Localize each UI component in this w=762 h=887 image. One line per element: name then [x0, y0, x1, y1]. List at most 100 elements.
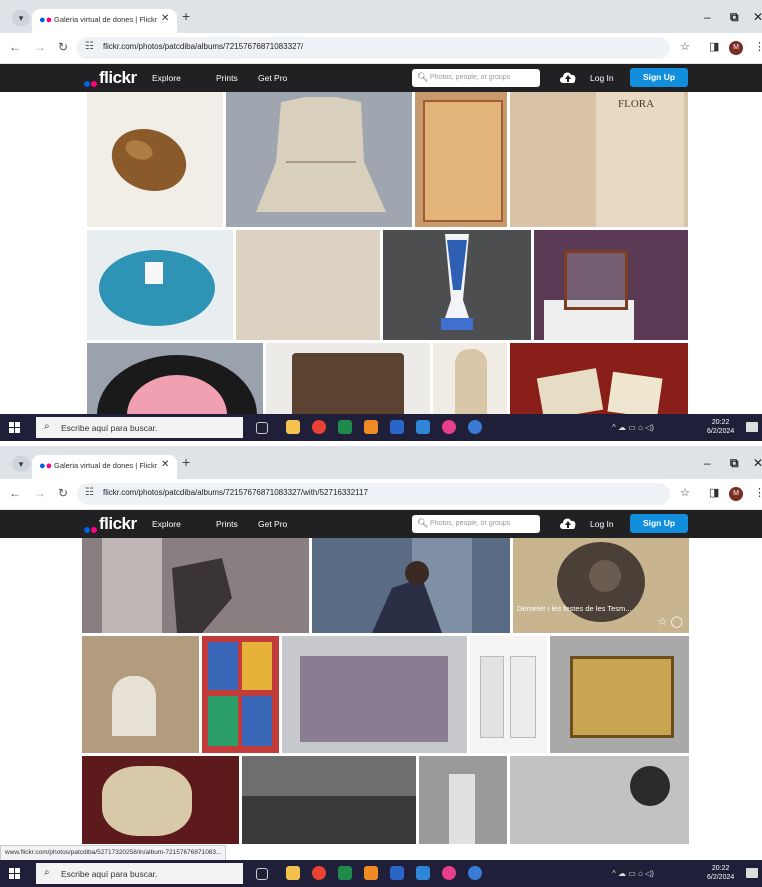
word-icon[interactable]	[390, 866, 404, 880]
photo-manuscript[interactable]	[236, 230, 380, 340]
login-link[interactable]: Log In	[590, 73, 614, 83]
nav-explore[interactable]: Explore	[152, 519, 181, 529]
notification-icon[interactable]	[746, 868, 758, 878]
site-info-icon[interactable]: ☷	[85, 487, 94, 498]
taskbar-clock[interactable]: 20:22 6/2/2024	[707, 864, 734, 882]
new-tab-icon[interactable]: +	[182, 8, 190, 24]
signup-button[interactable]: Sign Up	[630, 514, 688, 533]
chrome-icon[interactable]	[312, 420, 326, 434]
flickr-logo[interactable]: flickr	[99, 68, 137, 88]
bookmark-star-icon[interactable]: ☆	[680, 40, 690, 53]
tab-close-icon[interactable]: ✕	[161, 13, 169, 24]
photo-corset[interactable]	[226, 92, 412, 227]
photo-bucket[interactable]	[266, 343, 430, 415]
back-icon[interactable]: ←	[9, 40, 21, 54]
minimize-icon[interactable]: –	[704, 456, 711, 470]
taskbar-clock[interactable]: 20:22 6/2/2024	[707, 418, 734, 436]
photo-woman-window[interactable]	[312, 538, 510, 633]
reload-icon[interactable]: ↻	[58, 40, 68, 54]
photo-egg[interactable]	[87, 92, 223, 227]
flickr-search-input[interactable]: 🔍︎ Photos, people, or groups	[412, 69, 540, 87]
file-explorer-icon[interactable]	[286, 866, 300, 880]
minimize-icon[interactable]: –	[704, 10, 711, 24]
browser-tab[interactable]: ●● Galeria virtual de dones | Flickr ✕	[32, 455, 177, 479]
photo-fan[interactable]	[87, 343, 263, 415]
photo-red-box[interactable]	[510, 343, 688, 415]
upload-cloud-icon[interactable]	[559, 70, 577, 84]
nav-get-pro[interactable]: Get Pro	[258, 73, 287, 83]
signup-button[interactable]: Sign Up	[630, 68, 688, 87]
close-window-icon[interactable]: ✕	[753, 10, 762, 24]
system-tray-icons[interactable]: ^ ☁ ▭ ⌂ ◁)	[612, 423, 654, 432]
side-panel-icon[interactable]: ◨	[709, 40, 719, 53]
chrome-profile-icon[interactable]	[468, 866, 482, 880]
photo-display-case[interactable]	[534, 230, 688, 340]
address-bar[interactable]: ☷ flickr.com/photos/patcdiba/albums/7215…	[77, 483, 670, 505]
photo-lace-dark[interactable]	[82, 756, 239, 844]
bookmark-star-icon[interactable]: ☆	[680, 486, 690, 499]
upload-cloud-icon[interactable]	[559, 516, 577, 530]
nav-prints[interactable]: Prints	[216, 73, 238, 83]
tab-search-dropdown-icon[interactable]: ▾	[12, 10, 30, 26]
forward-icon[interactable]: →	[34, 40, 46, 54]
photo-book-flora[interactable]: FLORA	[510, 92, 688, 227]
file-explorer-icon[interactable]	[286, 420, 300, 434]
nav-get-pro[interactable]: Get Pro	[258, 519, 287, 529]
new-tab-icon[interactable]: +	[182, 454, 190, 470]
photo-sculpture[interactable]	[433, 343, 507, 415]
system-tray-icons[interactable]: ^ ☁ ▭ ⌂ ◁)	[612, 869, 654, 878]
photo-fabric-shop[interactable]	[82, 636, 199, 753]
menu-kebab-icon[interactable]: ⋮	[754, 486, 762, 499]
side-panel-icon[interactable]: ◨	[709, 486, 719, 499]
excel-icon[interactable]	[338, 866, 352, 880]
photo-caption[interactable]: Demeter i les festes de les Tesm...	[517, 604, 632, 613]
notification-icon[interactable]	[746, 422, 758, 432]
profile-avatar[interactable]: M	[729, 487, 743, 501]
browser-tab[interactable]: ●● Galeria virtual de dones | Flickr ✕	[32, 9, 177, 33]
photos-icon[interactable]	[442, 866, 456, 880]
forward-icon[interactable]: →	[34, 486, 46, 500]
nav-explore[interactable]: Explore	[152, 73, 181, 83]
excel-icon[interactable]	[338, 420, 352, 434]
photo-market-bw[interactable]	[242, 756, 416, 844]
windows-start-icon[interactable]	[9, 868, 20, 879]
photo-framed-embroidery[interactable]	[550, 636, 689, 753]
back-icon[interactable]: ←	[9, 486, 21, 500]
photo-vase[interactable]	[383, 230, 531, 340]
taskbar-search-input[interactable]: ⌕ Escribe aquí para buscar.	[36, 863, 243, 884]
word-icon[interactable]	[390, 420, 404, 434]
close-window-icon[interactable]: ✕	[753, 456, 762, 470]
photo-woman-portrait-bw[interactable]	[510, 756, 689, 844]
flickr-logo[interactable]: flickr	[99, 514, 137, 534]
photo-white-dresses[interactable]	[470, 636, 547, 753]
maximize-icon[interactable]: ⧉	[730, 10, 739, 25]
windows-start-icon[interactable]	[9, 422, 20, 433]
chrome-icon[interactable]	[312, 866, 326, 880]
profile-avatar[interactable]: M	[729, 41, 743, 55]
photo-worker-bw[interactable]	[419, 756, 507, 844]
paint-icon[interactable]	[364, 420, 378, 434]
menu-kebab-icon[interactable]: ⋮	[754, 40, 762, 53]
photo-coin-demeter[interactable]: Demeter i les festes de les Tesm... ☆ ◯	[513, 538, 689, 633]
nav-prints[interactable]: Prints	[216, 519, 238, 529]
task-view-icon[interactable]	[256, 868, 268, 880]
flickr-search-input[interactable]: 🔍︎ Photos, people, or groups	[412, 515, 540, 533]
photos-icon[interactable]	[442, 420, 456, 434]
photo-mural-building[interactable]	[282, 636, 467, 753]
reload-icon[interactable]: ↻	[58, 486, 68, 500]
task-view-icon[interactable]	[256, 422, 268, 434]
photo-dancer-bw[interactable]	[82, 538, 309, 633]
chrome-profile-icon[interactable]	[468, 420, 482, 434]
site-info-icon[interactable]: ☷	[85, 41, 94, 52]
maximize-icon[interactable]: ⧉	[730, 456, 739, 471]
login-link[interactable]: Log In	[590, 519, 614, 529]
paint-icon[interactable]	[364, 866, 378, 880]
outlook-icon[interactable]	[416, 420, 430, 434]
address-bar[interactable]: ☷ flickr.com/photos/patcdiba/albums/7215…	[77, 37, 670, 59]
tab-search-dropdown-icon[interactable]: ▾	[12, 456, 30, 472]
photo-colorful-pattern[interactable]	[202, 636, 279, 753]
tab-close-icon[interactable]: ✕	[161, 459, 169, 470]
photo-flora-poster[interactable]	[415, 92, 507, 227]
outlook-icon[interactable]	[416, 866, 430, 880]
taskbar-search-input[interactable]: ⌕ Escribe aquí para buscar.	[36, 417, 243, 438]
